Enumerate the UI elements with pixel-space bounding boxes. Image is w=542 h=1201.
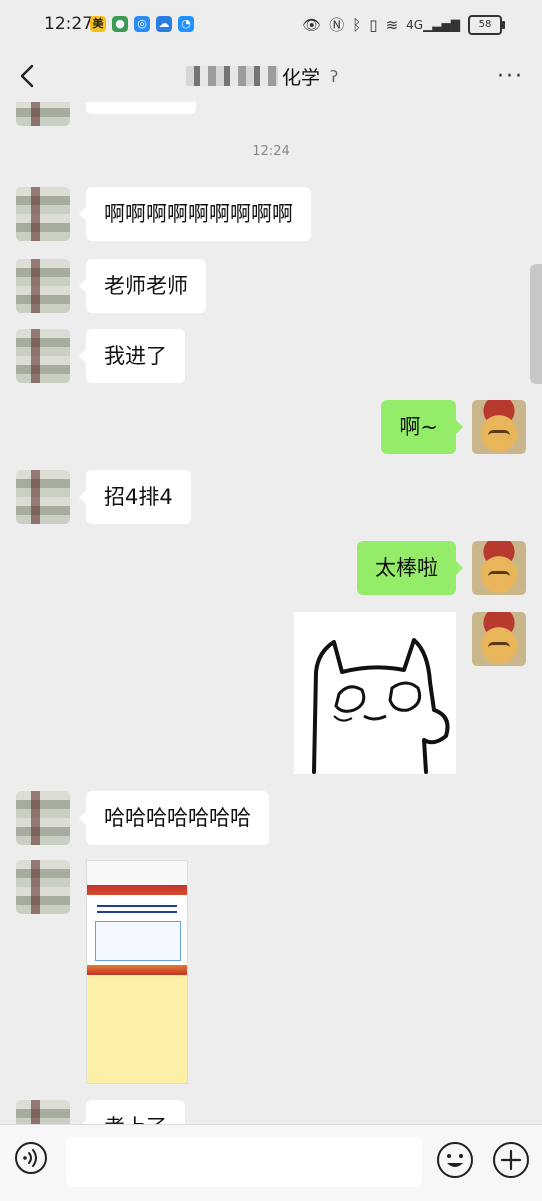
avatar[interactable] [16, 860, 70, 914]
previous-message-bubble [86, 102, 196, 114]
message-bubble[interactable]: 招4排4 [79, 470, 191, 524]
image-yellow-area [87, 975, 187, 1083]
message-bubble[interactable]: 啊啊啊啊啊啊啊啊啊 [79, 187, 311, 241]
message-input[interactable] [66, 1137, 422, 1187]
battery-icon: 58 [468, 14, 505, 35]
bluetooth-icon: ᛒ [352, 15, 362, 34]
vibrate-icon: ▯ [369, 15, 378, 34]
avatar[interactable] [16, 791, 70, 845]
self-avatar[interactable] [472, 541, 526, 595]
signal-icon: 4G▁▃▅▇ [406, 17, 460, 32]
status-bar: 12:27 美 ● ◎ ☁ ◔ 👁 Ⓝ ᛒ ▯ ≋ 4G▁▃▅▇ 58 [0, 0, 542, 52]
blurred-name [186, 66, 278, 86]
scroll-handle[interactable] [530, 264, 542, 384]
image-status-bar [87, 861, 187, 885]
browser-icon: ◎ [134, 16, 150, 32]
avatar-face [488, 571, 510, 582]
status-app-icons: 美 ● ◎ ☁ ◔ [90, 16, 194, 32]
avatar-face [488, 642, 510, 653]
cloud-icon: ☁ [156, 16, 172, 32]
image-body [87, 895, 187, 965]
eye-icon: 👁 [302, 15, 322, 34]
image-message[interactable] [86, 860, 188, 1084]
voice-icon[interactable] [14, 1141, 48, 1175]
avatar[interactable] [16, 329, 70, 383]
avatar[interactable] [16, 102, 70, 126]
emoji-icon[interactable] [436, 1141, 474, 1179]
title-text: 化学 [282, 66, 321, 89]
cat-sticker-drawing [312, 638, 450, 774]
avatar[interactable] [16, 187, 70, 241]
self-avatar[interactable] [472, 612, 526, 666]
avatar[interactable] [16, 259, 70, 313]
avatar[interactable] [16, 1100, 70, 1124]
status-time: 12:27 [44, 14, 93, 34]
nfc-icon: Ⓝ [329, 16, 345, 34]
vpn-icon: ● [112, 16, 128, 32]
image-info-box [95, 921, 181, 961]
message-bubble[interactable]: 老师老师 [79, 259, 206, 313]
message-bubble[interactable]: 考上了 [79, 1100, 185, 1124]
wifi-icon: ≋ [385, 15, 399, 34]
message-bubble-self[interactable]: 太棒啦 [357, 541, 463, 595]
plus-icon[interactable] [492, 1141, 530, 1179]
avatar-face [488, 430, 510, 441]
message-timestamp: 12:24 [252, 144, 290, 159]
meituan-icon: 美 [90, 16, 106, 32]
qq-icon: ◔ [178, 16, 194, 32]
status-indicators: 👁 Ⓝ ᛒ ▯ ≋ 4G▁▃▅▇ 58 [302, 14, 505, 35]
message-bubble-self[interactable]: 啊~ [381, 400, 463, 454]
chat-messages[interactable]: 12:24 啊啊啊啊啊啊啊啊啊 老师老师 我进了 啊~ 招4排4 太棒啦 哈哈哈… [0, 102, 542, 1124]
input-bar [0, 1124, 542, 1201]
chat-header: 化学 ʔ ··· [0, 52, 542, 102]
image-text-line [97, 905, 177, 907]
self-avatar[interactable] [472, 400, 526, 454]
chat-title: 化学 ʔ [186, 60, 356, 92]
image-footer-bar [87, 965, 187, 975]
cat-sticker[interactable] [294, 612, 456, 774]
ear-icon: ʔ [330, 66, 339, 86]
image-nav-bar [87, 885, 187, 895]
message-bubble[interactable]: 哈哈哈哈哈哈哈 [79, 791, 269, 845]
image-text-line [97, 911, 177, 913]
message-bubble[interactable]: 我进了 [79, 329, 185, 383]
network-type: 4G [406, 17, 424, 32]
more-options-button[interactable]: ··· [497, 64, 524, 89]
chevron-left-icon[interactable] [14, 60, 44, 92]
avatar[interactable] [16, 470, 70, 524]
